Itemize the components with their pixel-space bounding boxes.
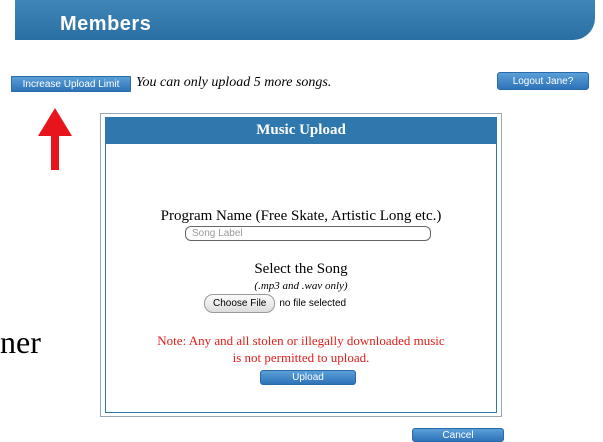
page-title: Members xyxy=(60,13,152,35)
format-note: (.mp3 and .wav only) xyxy=(254,280,348,292)
program-name-label: Program Name (Free Skate, Artistic Long … xyxy=(160,208,442,224)
increase-upload-limit-button[interactable]: Increase Upload Limit xyxy=(11,76,131,92)
warning-text-line1: Note: Any and all stolen or illegally do… xyxy=(157,333,445,348)
song-label-input[interactable] xyxy=(185,226,431,241)
select-song-label: Select the Song xyxy=(254,261,348,277)
upload-button[interactable]: Upload xyxy=(260,370,356,385)
dialog-title: Music Upload xyxy=(105,117,497,144)
file-picker: Choose File no file selected xyxy=(204,293,347,313)
music-upload-dialog: Music Upload Program Name (Free Skate, A… xyxy=(100,113,504,442)
warning-text-line2: is not permitted to upload. xyxy=(232,350,370,365)
up-arrow-icon xyxy=(38,108,72,170)
file-status-text: no file selected xyxy=(279,297,347,309)
upload-remaining-note: You can only upload 5 more songs. xyxy=(136,75,332,90)
logout-button[interactable]: Logout Jane? xyxy=(497,72,589,90)
dialog-body: Program Name (Free Skate, Artistic Long … xyxy=(105,144,504,442)
page-header: Members xyxy=(15,0,595,40)
cancel-button[interactable]: Cancel xyxy=(412,428,504,442)
choose-file-button[interactable]: Choose File xyxy=(204,293,276,313)
side-text-fragment: ner xyxy=(0,324,41,360)
